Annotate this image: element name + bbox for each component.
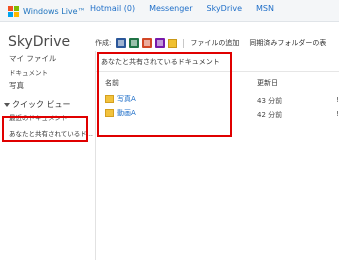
powerpoint-icon[interactable] xyxy=(142,38,153,48)
synced-folders-button[interactable]: 同期済みフォルダーの表 xyxy=(249,38,326,48)
excel-icon[interactable] xyxy=(129,38,140,48)
nav-msn[interactable]: MSN xyxy=(256,4,274,13)
top-navigation-bar: Windows Live™ Hotmail (0) Messenger SkyD… xyxy=(0,0,339,22)
toolbar-divider xyxy=(183,38,185,48)
onenote-icon[interactable] xyxy=(155,38,166,48)
sidebar-item-my-files[interactable]: マイ ファイル xyxy=(9,53,56,64)
windows-flag-icon xyxy=(8,5,20,17)
nav-hotmail[interactable]: Hotmail (0) xyxy=(90,4,135,13)
quick-view-label: クイック ビュー xyxy=(12,100,71,109)
add-files-button[interactable]: ファイルの追加 xyxy=(190,38,239,48)
brand-name: Windows Live™ xyxy=(23,6,86,16)
new-folder-icon[interactable] xyxy=(168,38,178,48)
service-nav: Hotmail (0) Messenger SkyDrive MSN xyxy=(90,4,274,13)
item-modified: 42 分前 xyxy=(257,111,283,119)
nav-messenger[interactable]: Messenger xyxy=(149,4,192,13)
quick-view-header[interactable]: クイック ビュー xyxy=(4,99,71,110)
sidebar-item-photos[interactable]: 写真 xyxy=(9,80,24,91)
item-modified: 43 分前 xyxy=(257,97,283,105)
word-icon[interactable] xyxy=(116,38,127,48)
highlight-box-main xyxy=(97,52,232,137)
item-extra: ! xyxy=(336,96,339,104)
create-toolbar: 作成: ファイルの追加 同期済みフォルダーの表 xyxy=(95,37,326,49)
create-label: 作成: xyxy=(95,39,112,47)
nav-skydrive[interactable]: SkyDrive xyxy=(207,4,243,13)
page-title: SkyDrive xyxy=(8,34,71,50)
highlight-box-sidebar xyxy=(2,116,88,142)
collapse-triangle-icon xyxy=(4,102,10,107)
windows-live-logo[interactable]: Windows Live™ xyxy=(8,4,86,18)
item-extra: ! xyxy=(336,110,339,118)
column-header-modified[interactable]: 更新日 xyxy=(257,78,278,88)
sidebar-item-documents[interactable]: ドキュメント xyxy=(9,67,48,77)
